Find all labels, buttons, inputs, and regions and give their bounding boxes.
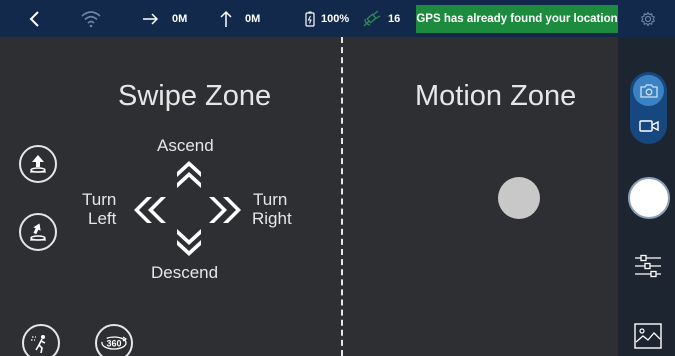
back-button[interactable] (28, 0, 42, 37)
battery-value: 100% (321, 12, 350, 25)
horizontal-distance-icon (143, 12, 159, 25)
follow-me-button[interactable] (22, 324, 60, 356)
battery-status: 100% (305, 0, 349, 37)
capture-mode-toggle (630, 72, 667, 144)
photo-mode-button[interactable] (633, 75, 664, 106)
descend-arrow-icon (177, 229, 201, 256)
wifi-icon (81, 10, 101, 27)
takeoff-icon (30, 155, 46, 173)
photo-mode-icon (639, 83, 658, 98)
vertical-distance-value: 0M (245, 12, 261, 25)
motion-zone-title: Motion Zone (415, 80, 577, 112)
motion-joystick-knob[interactable] (498, 177, 540, 219)
shutter-button[interactable] (628, 177, 670, 219)
turn-left-arrow-icon (134, 197, 166, 223)
zone-divider (341, 37, 343, 356)
turn-right-label-line1: Turn (253, 190, 288, 209)
horizontal-distance-value: 0M (172, 12, 188, 25)
back-arrow-icon (29, 10, 39, 27)
satellite-status: 16 (362, 0, 400, 37)
turn-right-arrow-icon (209, 197, 241, 223)
satellite-count: 16 (388, 12, 401, 25)
turn-left-label-line2: Left (88, 209, 117, 228)
shutter-icon (630, 179, 668, 217)
ascend-label: Ascend (157, 136, 214, 155)
landing-icon (30, 223, 46, 241)
video-mode-button[interactable] (633, 110, 664, 141)
swipe-zone-title: Swipe Zone (118, 80, 272, 112)
settings-icon (640, 10, 656, 27)
rotate-360-button[interactable]: 360 (95, 324, 133, 356)
motion-zone[interactable]: Motion Zone (344, 37, 618, 356)
battery-icon (305, 11, 315, 27)
takeoff-button[interactable] (19, 145, 57, 183)
follow-me-icon (31, 335, 46, 354)
adjust-settings-button[interactable] (634, 252, 662, 285)
settings-button[interactable] (640, 0, 656, 37)
descend-label: Descend (151, 263, 219, 282)
altitude-icon (220, 10, 232, 27)
ascend-arrow-icon (177, 161, 201, 188)
gps-status-banner: GPS has already found your location (416, 5, 618, 33)
rotate-360-label: 360 (106, 339, 121, 349)
vertical-distance: 0M (219, 0, 260, 37)
rotate-360-icon: 360 (101, 336, 128, 350)
turn-right-label-line2: Right (252, 209, 292, 228)
top-status-bar: 0M 0M 100% 16 GPS has already found your… (0, 0, 675, 37)
swipe-zone[interactable]: Swipe Zone Ascend Turn Left Turn Right D… (0, 37, 340, 356)
landing-button[interactable] (19, 213, 57, 251)
camera-sidebar (618, 37, 675, 356)
satellite-icon (363, 9, 381, 26)
gallery-button[interactable] (634, 323, 662, 354)
video-mode-icon (638, 119, 659, 132)
adjust-sliders-icon (635, 254, 661, 278)
wifi-status (80, 0, 102, 37)
gallery-icon (634, 323, 662, 349)
horizontal-distance: 0M (142, 0, 187, 37)
turn-left-label-line1: Turn (82, 190, 117, 209)
